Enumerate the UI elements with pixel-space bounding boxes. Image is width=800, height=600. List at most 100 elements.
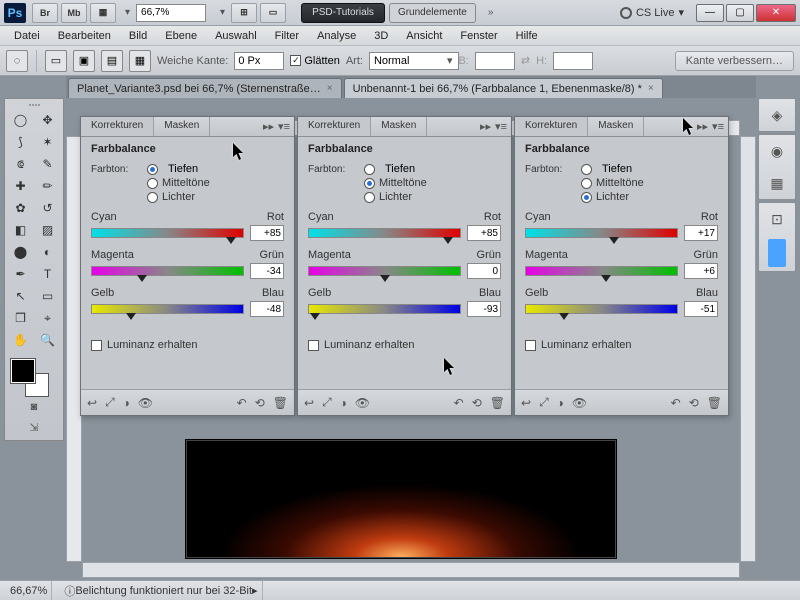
value-magenta-green[interactable] xyxy=(250,263,284,279)
visibility-icon[interactable]: 👁 xyxy=(572,396,587,410)
slider-magenta-green[interactable] xyxy=(91,266,244,276)
screenmode-toggle[interactable]: ⇲ xyxy=(7,417,61,438)
slider-thumb[interactable] xyxy=(310,313,320,320)
reset-icon[interactable]: ⟲ xyxy=(255,396,265,410)
expand-icon[interactable]: ⤢ xyxy=(105,395,115,410)
radio-tiefen[interactable] xyxy=(364,164,375,175)
tool-gradient[interactable]: ▨ xyxy=(34,219,61,241)
navigator-icon[interactable]: ⊡ xyxy=(765,207,789,231)
panel-menu-icon[interactable]: ▾≡ xyxy=(278,120,290,133)
menu-ansicht[interactable]: Ansicht xyxy=(398,28,450,44)
slider-cyan-red[interactable] xyxy=(525,228,678,238)
preserve-luminosity-checkbox[interactable] xyxy=(91,340,102,351)
menu-ebene[interactable]: Ebene xyxy=(157,28,205,44)
radio-mitteltoene[interactable] xyxy=(364,178,375,189)
visibility-icon[interactable]: 👁 xyxy=(138,396,153,410)
color-swatches[interactable] xyxy=(7,355,61,397)
workspace-psdtutorials[interactable]: PSD-Tutorials xyxy=(301,3,385,23)
slider-cyan-red[interactable] xyxy=(308,228,461,238)
screen-mode-button[interactable]: ▭ xyxy=(260,3,286,23)
panel-menu-icon[interactable]: ▾≡ xyxy=(712,120,724,133)
tool-heal[interactable]: ✚ xyxy=(7,175,34,197)
slider-yellow-blue[interactable] xyxy=(91,304,244,314)
tool-3dcamera[interactable]: ⌖ xyxy=(34,307,61,329)
workspace-grundelemente[interactable]: Grundelemente xyxy=(389,3,476,23)
tool-zoom[interactable]: 🔍 xyxy=(34,329,61,351)
status-info[interactable]: ⓘ Belichtung funktioniert nur bei 32-Bit… xyxy=(60,581,262,600)
visibility-icon[interactable]: 👁 xyxy=(355,396,370,410)
collapse-icon[interactable]: ▸▸ xyxy=(697,120,708,133)
zoom-select[interactable] xyxy=(136,4,206,22)
slider-thumb[interactable] xyxy=(226,237,236,244)
trash-icon[interactable]: 🗑 xyxy=(707,396,722,410)
menu-hilfe[interactable]: Hilfe xyxy=(508,28,546,44)
menu-3d[interactable]: 3D xyxy=(366,28,396,44)
slider-yellow-blue[interactable] xyxy=(308,304,461,314)
menu-analyse[interactable]: Analyse xyxy=(309,28,364,44)
swatches-icon[interactable]: ▦ xyxy=(765,171,789,195)
slider-thumb[interactable] xyxy=(380,275,390,282)
refine-edge-button[interactable]: Kante verbessern… xyxy=(675,51,794,71)
antialias-checkbox[interactable]: Glätten xyxy=(290,55,339,67)
selection-add-icon[interactable]: ▣ xyxy=(73,50,95,72)
layers-icon[interactable]: ◈ xyxy=(765,103,789,127)
slider-yellow-blue[interactable] xyxy=(525,304,678,314)
slider-thumb[interactable] xyxy=(137,275,147,282)
doctab-planet[interactable]: Planet_Variante3.psd bei 66,7% (Sternens… xyxy=(68,78,342,98)
tool-move[interactable]: ✥ xyxy=(34,109,61,131)
value-cyan-red[interactable] xyxy=(250,225,284,241)
tool-stamp[interactable]: ✿ xyxy=(7,197,34,219)
panel-menu-icon[interactable]: ▾≡ xyxy=(495,120,507,133)
slider-magenta-green[interactable] xyxy=(308,266,461,276)
tool-3d[interactable]: ❒ xyxy=(7,307,34,329)
tab-korrekturen[interactable]: Korrekturen xyxy=(81,117,154,136)
collapse-icon[interactable]: ▸▸ xyxy=(263,120,274,133)
back-icon[interactable]: ↩ xyxy=(87,396,97,410)
reset-icon[interactable]: ⟲ xyxy=(689,396,699,410)
tool-crop[interactable]: ⟃ xyxy=(7,153,34,175)
tab-masken[interactable]: Masken xyxy=(588,117,644,136)
previous-icon[interactable]: ↶ xyxy=(237,396,247,410)
clip-icon[interactable]: ◑ xyxy=(123,396,130,410)
radio-lichter[interactable] xyxy=(581,192,592,203)
slider-thumb[interactable] xyxy=(609,237,619,244)
tool-path[interactable]: ↖ xyxy=(7,285,34,307)
slider-thumb[interactable] xyxy=(559,313,569,320)
reset-icon[interactable]: ⟲ xyxy=(472,396,482,410)
style-select[interactable] xyxy=(369,52,459,70)
expand-icon[interactable]: ⤢ xyxy=(322,395,332,410)
double-chevron-icon[interactable]: » xyxy=(488,7,494,18)
selection-subtract-icon[interactable]: ▤ xyxy=(101,50,123,72)
trash-icon[interactable]: 🗑 xyxy=(273,396,288,410)
scrollbar-horizontal[interactable] xyxy=(82,562,740,578)
tool-eyedropper[interactable]: ✎ xyxy=(34,153,61,175)
selection-intersect-icon[interactable]: ▦ xyxy=(129,50,151,72)
color-icon[interactable]: ◉ xyxy=(765,139,789,163)
radio-mitteltoene[interactable] xyxy=(581,178,592,189)
slider-cyan-red[interactable] xyxy=(91,228,244,238)
minibridge-button[interactable]: Mb xyxy=(61,3,87,23)
minimize-button[interactable]: — xyxy=(696,4,724,22)
canvas[interactable] xyxy=(186,440,616,558)
menu-fenster[interactable]: Fenster xyxy=(452,28,505,44)
menu-bild[interactable]: Bild xyxy=(121,28,155,44)
scrollbar-vertical[interactable] xyxy=(740,136,756,562)
close-icon[interactable]: × xyxy=(648,83,654,94)
expand-icon[interactable]: ⤢ xyxy=(539,395,549,410)
quickmask-button[interactable]: ◙ xyxy=(7,397,61,417)
tool-history[interactable]: ↺ xyxy=(34,197,61,219)
trash-icon[interactable]: 🗑 xyxy=(490,396,505,410)
tool-brush[interactable]: ✏ xyxy=(34,175,61,197)
back-icon[interactable]: ↩ xyxy=(304,396,314,410)
grip-icon[interactable] xyxy=(7,101,61,109)
value-yellow-blue[interactable] xyxy=(684,301,718,317)
preserve-luminosity-checkbox[interactable] xyxy=(525,340,536,351)
tab-masken[interactable]: Masken xyxy=(371,117,427,136)
slider-magenta-green[interactable] xyxy=(525,266,678,276)
tool-lasso[interactable]: ⟆ xyxy=(7,131,34,153)
status-zoom[interactable]: 66,67% xyxy=(6,581,52,600)
previous-icon[interactable]: ↶ xyxy=(671,396,681,410)
menu-datei[interactable]: Datei xyxy=(6,28,48,44)
tab-korrekturen[interactable]: Korrekturen xyxy=(298,117,371,136)
radio-lichter[interactable] xyxy=(147,192,158,203)
